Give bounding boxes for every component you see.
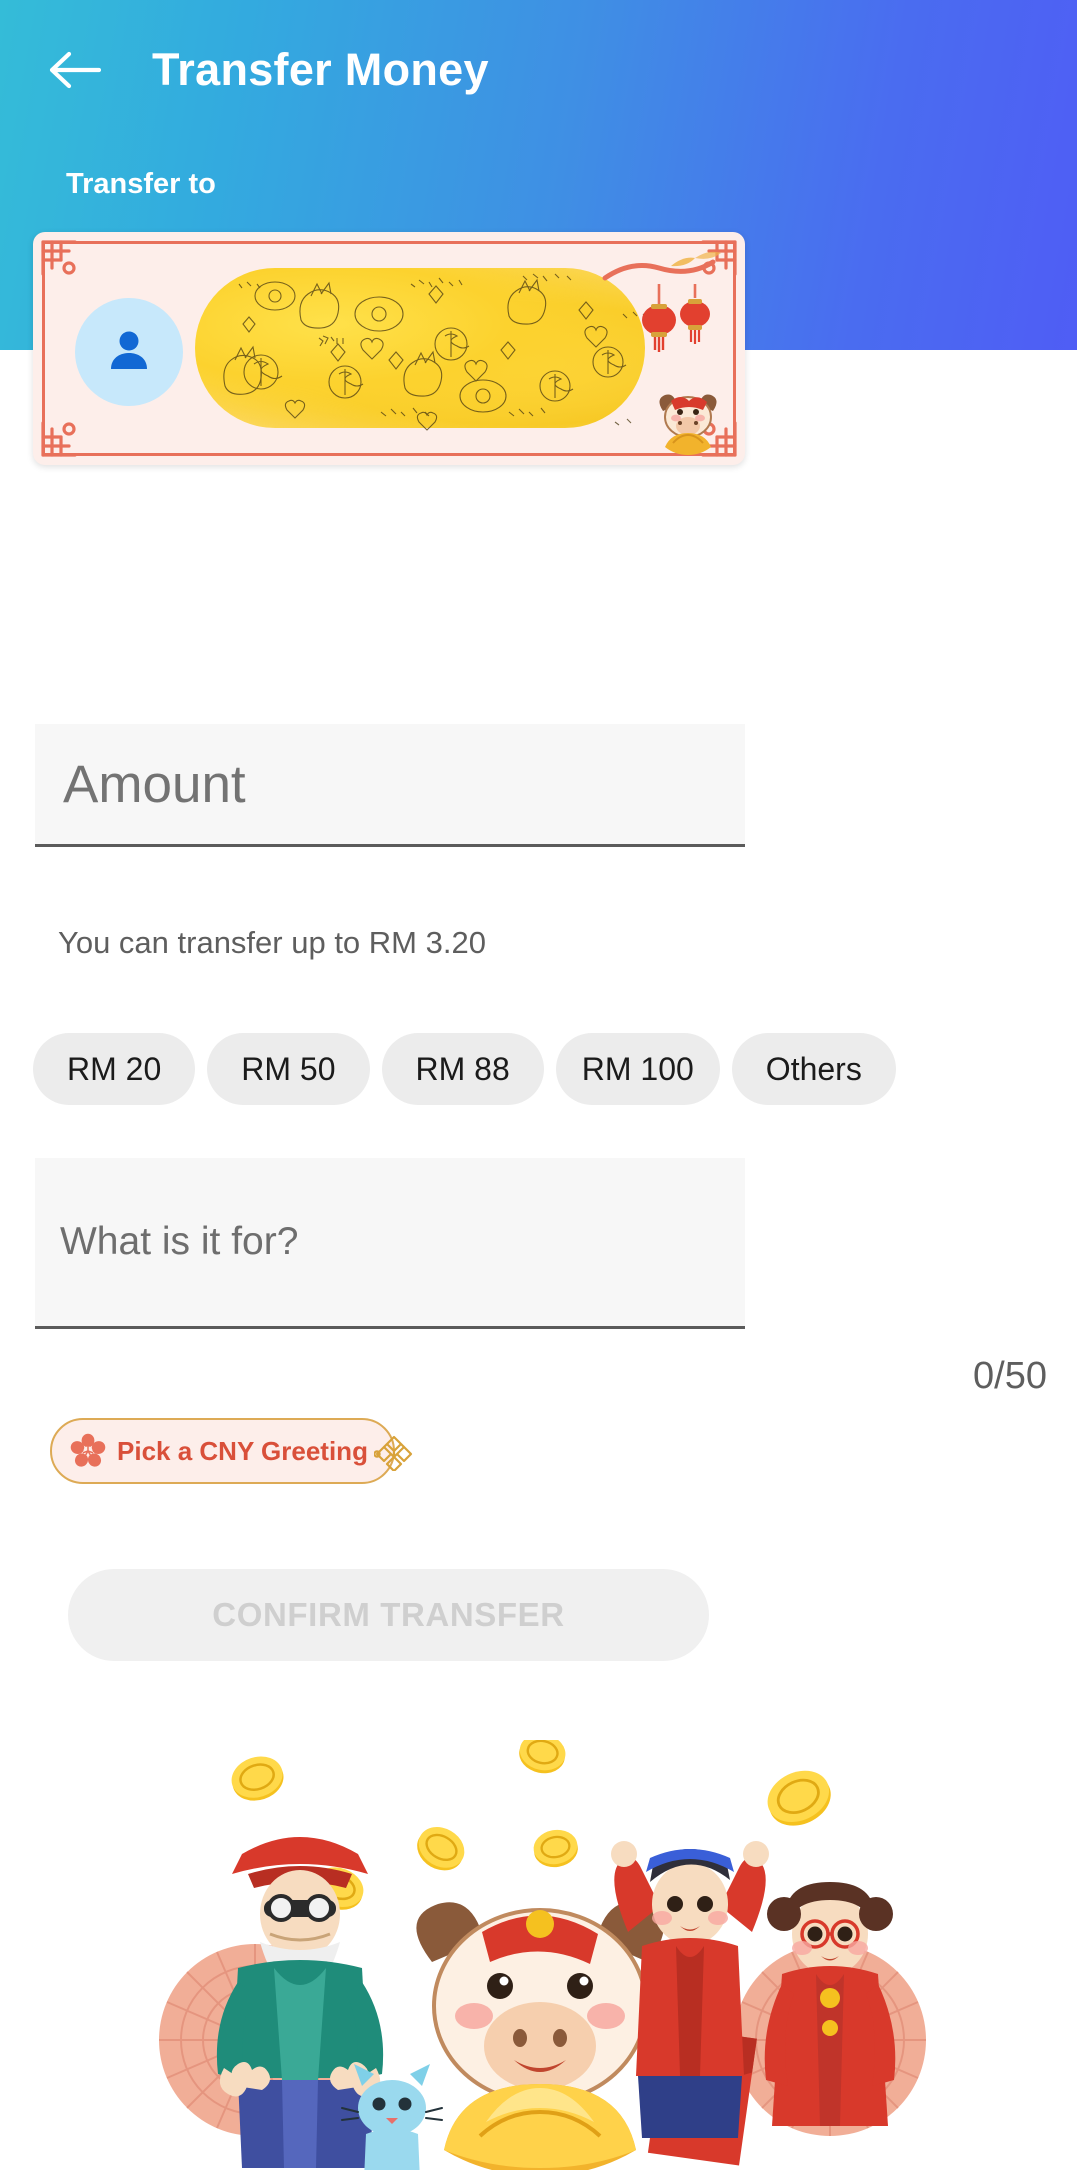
money-doodle-icons	[223, 273, 648, 431]
back-button[interactable]	[26, 22, 122, 118]
chip-label: RM 20	[67, 1050, 162, 1087]
quick-amount-chips: RM 20 RM 50 RM 88 RM 100 Others	[33, 1028, 1043, 1110]
header-bar: Transfer Money	[0, 22, 1077, 118]
page-title: Transfer Money	[152, 44, 489, 95]
transfer-to-label: Transfer to	[66, 168, 216, 200]
recipient-illustration	[183, 254, 663, 444]
chinese-knot-icon	[373, 1435, 413, 1471]
note-placeholder: What is it for?	[60, 1220, 299, 1263]
quick-amount-chip[interactable]: RM 88	[381, 1033, 544, 1105]
quick-amount-chip[interactable]: RM 100	[555, 1033, 720, 1105]
cny-celebration-illustration	[0, 1740, 1077, 2170]
recipient-card[interactable]	[33, 232, 745, 465]
plum-blossom-icon	[70, 1433, 106, 1467]
character-counter: 0/50	[973, 1355, 1047, 1397]
back-arrow-icon	[47, 50, 101, 90]
amount-input[interactable]: Amount	[35, 724, 745, 844]
person-icon	[103, 324, 155, 381]
gold-ingot	[444, 2084, 636, 2170]
chip-label: RM 100	[581, 1050, 694, 1087]
quick-amount-chip[interactable]: RM 20	[33, 1033, 196, 1105]
pick-cny-greeting-button[interactable]: Pick a CNY Greeting	[50, 1418, 413, 1484]
amount-underline	[35, 844, 745, 847]
lattice-corner-ornament-icon	[39, 419, 79, 459]
avatar	[75, 298, 183, 406]
lattice-corner-ornament-icon	[39, 238, 79, 278]
cny-greeting-label: Pick a CNY Greeting	[117, 1435, 368, 1466]
quick-amount-chip[interactable]: RM 50	[207, 1033, 370, 1105]
girl-figure	[764, 1882, 896, 2126]
chip-label: RM 50	[241, 1050, 336, 1087]
confirm-transfer-button[interactable]: CONFIRM TRANSFER	[68, 1569, 709, 1661]
quick-amount-chip[interactable]: Others	[731, 1033, 896, 1105]
amount-placeholder: Amount	[63, 754, 246, 814]
chip-label: RM 88	[415, 1050, 510, 1087]
chip-label: Others	[765, 1050, 862, 1087]
amount-helper-text: You can transfer up to RM 3.20	[58, 925, 486, 960]
note-input[interactable]: What is it for?	[35, 1158, 745, 1326]
ox-mascot	[416, 1902, 664, 2104]
note-underline	[35, 1326, 745, 1329]
ox-icon	[659, 394, 717, 455]
